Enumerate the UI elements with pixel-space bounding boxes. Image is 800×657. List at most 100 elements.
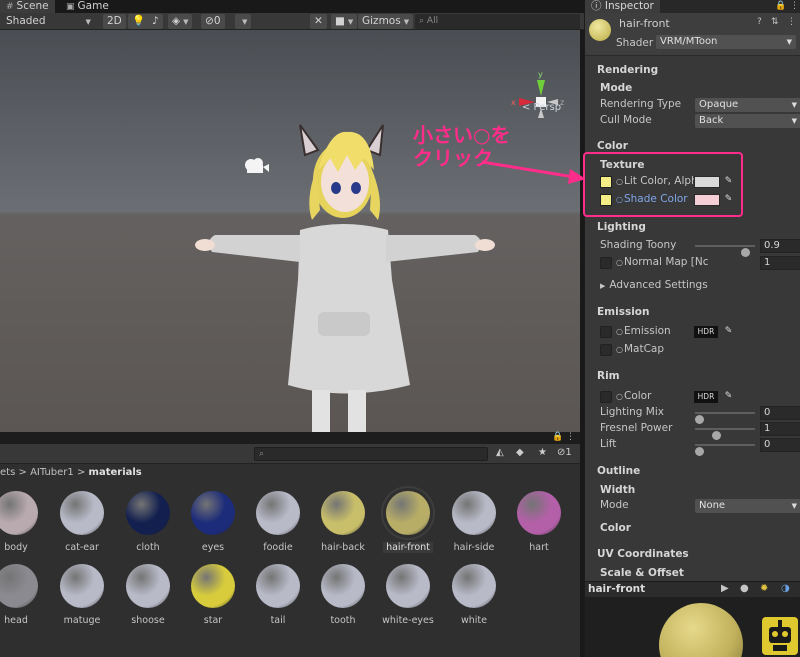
tab-game[interactable]: ▣ Game: [60, 0, 115, 13]
emission-texture-slot[interactable]: [600, 326, 612, 338]
matcap-texture-slot[interactable]: [600, 344, 612, 356]
section-rendering[interactable]: Rendering: [585, 64, 800, 80]
breadcrumb-materials[interactable]: materials: [89, 467, 142, 478]
asset-item-hair-back[interactable]: hair-back: [313, 491, 373, 553]
section-lighting[interactable]: Lighting: [585, 221, 800, 237]
more-options-icon[interactable]: ⋮: [566, 432, 575, 442]
section-uv-coordinates[interactable]: UV Coordinates: [585, 548, 800, 564]
lighting-mix-row: Lighting Mix 0: [585, 405, 800, 424]
section-rim[interactable]: Rim: [585, 370, 800, 386]
object-picker-circle-icon[interactable]: ○: [616, 392, 623, 401]
cull-mode-dropdown[interactable]: Back ▼: [695, 114, 800, 128]
normal-map-texture-slot[interactable]: [600, 257, 612, 269]
asset-item-white[interactable]: white: [444, 564, 504, 626]
hidden-count: 0: [213, 15, 221, 27]
lighting-mix-slider[interactable]: [695, 412, 755, 424]
asset-item-tail[interactable]: tail: [248, 564, 308, 626]
shading-toony-slider[interactable]: [695, 245, 755, 257]
fresnel-power-slider[interactable]: [695, 428, 755, 440]
camera-settings-dropdown[interactable]: ▼: [235, 14, 252, 29]
more-options-icon[interactable]: ⋮: [787, 17, 796, 27]
shading-mode-dropdown[interactable]: Shaded ▼: [2, 14, 95, 29]
settings-icon[interactable]: ⇅: [771, 17, 779, 27]
eyedropper-icon[interactable]: ✎: [722, 325, 735, 338]
shader-dropdown[interactable]: VRM/MToon ▼: [656, 35, 796, 49]
lift-slider[interactable]: [695, 444, 755, 456]
asset-item-hart[interactable]: hart: [509, 491, 569, 553]
breadcrumb-assets[interactable]: ets: [0, 467, 15, 478]
chevron-down-icon: ▼: [791, 502, 797, 510]
asset-item-foodie[interactable]: foodie: [248, 491, 308, 553]
lock-icon[interactable]: 🔒: [775, 1, 786, 11]
lighting-toggle-icon[interactable]: 💡: [128, 14, 150, 29]
asset-item-eyes[interactable]: eyes: [183, 491, 243, 553]
camera-gizmo-icon[interactable]: [241, 156, 271, 174]
camera-icon[interactable]: ■ ▼: [331, 14, 358, 29]
eyedropper-icon[interactable]: ✎: [722, 390, 735, 403]
preview-light-icon[interactable]: ✹: [760, 583, 768, 594]
filter-label-icon[interactable]: ◆: [516, 447, 524, 458]
section-emission[interactable]: Emission: [585, 306, 800, 322]
toggle-2d-button[interactable]: 2D: [103, 14, 126, 29]
asset-item-head[interactable]: head: [0, 564, 46, 626]
lighting-mix-label: Lighting Mix: [600, 406, 664, 418]
scene-viewport[interactable]: y x z < Persp: [0, 30, 580, 432]
preview-sphere-icon[interactable]: ●: [740, 583, 749, 594]
asset-item-hair-front[interactable]: hair-front: [378, 486, 438, 553]
lift-value[interactable]: 0: [760, 438, 800, 452]
orientation-gizmo[interactable]: y x z: [510, 68, 572, 134]
asset-item-cloth[interactable]: cloth: [118, 491, 178, 553]
shading-toony-value[interactable]: 0.9: [760, 239, 800, 253]
hidden-packages-button[interactable]: ⊘1: [557, 447, 572, 458]
material-ball: [126, 491, 170, 535]
section-outline[interactable]: Outline: [585, 465, 800, 481]
asset-item-body[interactable]: body: [0, 491, 46, 553]
play-icon[interactable]: ▶: [721, 583, 729, 594]
projection-label[interactable]: < Persp: [522, 102, 561, 113]
scene-visibility-button[interactable]: ⊘0: [201, 14, 225, 29]
rim-texture-slot[interactable]: [600, 391, 612, 403]
lock-icon[interactable]: 🔒: [552, 432, 563, 442]
advanced-settings-foldout[interactable]: ▶ Advanced Settings: [585, 278, 800, 294]
preview-shape-dropdown[interactable]: ◑: [781, 583, 790, 594]
asset-item-cat-ear[interactable]: cat-ear: [52, 491, 112, 553]
tab-scene[interactable]: # Scene: [0, 0, 55, 13]
rendering-type-dropdown[interactable]: Opaque ▼: [695, 98, 800, 112]
filter-type-icon[interactable]: ◭: [496, 447, 504, 458]
scene-search-input[interactable]: ⌕ All: [415, 14, 580, 29]
annotation-arrow-icon: [481, 160, 586, 184]
outline-mode-dropdown[interactable]: None ▼: [695, 499, 800, 513]
audio-toggle-icon[interactable]: ♪: [148, 14, 163, 29]
asset-item-star[interactable]: star: [183, 564, 243, 626]
fresnel-power-value[interactable]: 1: [760, 422, 800, 436]
help-icon[interactable]: ?: [757, 17, 762, 27]
normal-map-label-wrap: ○Normal Map [Nc: [616, 256, 709, 268]
object-picker-circle-icon[interactable]: ○: [616, 258, 623, 267]
asset-name: white-eyes: [382, 615, 434, 626]
object-picker-circle-icon[interactable]: ○: [616, 345, 623, 354]
material-ball: [386, 564, 430, 608]
asset-item-white-eyes[interactable]: white-eyes: [378, 564, 438, 626]
tools-icon[interactable]: ✕: [310, 14, 327, 29]
effects-dropdown-icon[interactable]: ◈ ▼: [168, 14, 193, 29]
asset-item-tooth[interactable]: tooth: [313, 564, 373, 626]
normal-map-value[interactable]: 1: [760, 256, 800, 270]
slider-knob[interactable]: [695, 447, 704, 456]
asset-item-shoose[interactable]: shoose: [118, 564, 178, 626]
gizmos-dropdown[interactable]: Gizmos ▼: [358, 14, 414, 29]
object-picker-circle-icon[interactable]: ○: [616, 327, 623, 336]
more-options-icon[interactable]: ⋮: [790, 1, 799, 11]
favorite-star-icon[interactable]: ★: [538, 447, 547, 458]
emission-hdr-color[interactable]: HDR: [694, 326, 718, 338]
matcap-label: MatCap: [623, 343, 665, 355]
breadcrumb-aituber1[interactable]: AITuber1: [30, 467, 74, 478]
lighting-mix-value[interactable]: 0: [760, 406, 800, 420]
asset-item-matuge[interactable]: matuge: [52, 564, 112, 626]
rim-hdr-color[interactable]: HDR: [694, 391, 718, 403]
rendering-type-label: Rendering Type: [600, 98, 682, 110]
tab-inspector[interactable]: ⓘ Inspector: [585, 0, 660, 13]
shading-mode-value: Shaded: [6, 15, 46, 27]
material-preview[interactable]: [585, 597, 800, 657]
project-search-input[interactable]: ⌕: [254, 447, 488, 461]
asset-item-hair-side[interactable]: hair-side: [444, 491, 504, 553]
